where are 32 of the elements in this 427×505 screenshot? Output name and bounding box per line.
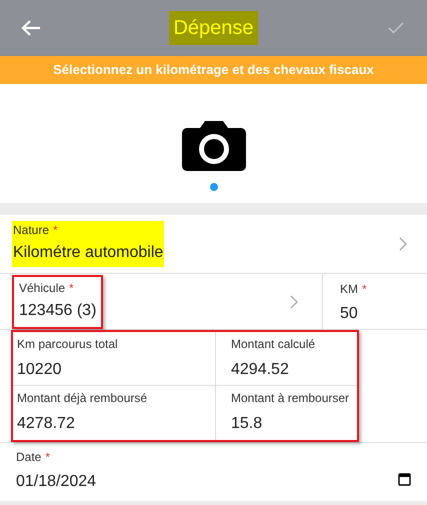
field-label: Montant déjà remboursé: [17, 391, 148, 405]
required-mark: *: [45, 450, 50, 464]
field-value: 01/18/2024: [16, 472, 96, 492]
required-mark: *: [362, 282, 367, 296]
camera-icon[interactable]: [180, 120, 246, 172]
field-label: KM: [340, 282, 358, 296]
field-label: Montant à rembourser: [231, 391, 350, 405]
field-value: 123456 (3): [19, 300, 96, 320]
date-field[interactable]: Date * 01/18/2024: [16, 450, 96, 494]
calendar-icon[interactable]: [398, 472, 411, 486]
field-value: 4294.52: [231, 360, 290, 380]
check-icon: [388, 22, 404, 34]
required-mark: *: [69, 280, 74, 294]
field-value: 10220: [17, 360, 62, 380]
field-label: Montant calculé: [231, 337, 316, 351]
field-value: Kilométre automobile: [13, 243, 164, 263]
km-field[interactable]: KM * 50: [323, 274, 427, 329]
required-mark: *: [53, 223, 58, 237]
nature-field[interactable]: Nature * Kilométre automobile: [12, 221, 164, 267]
page-title: Dépense: [169, 11, 258, 45]
field-label: Date: [16, 450, 42, 464]
back-arrow-icon: [21, 19, 41, 37]
field-value: 50: [340, 304, 359, 324]
field-label: Nature: [13, 223, 50, 237]
vehicle-field[interactable]: Véhicule * 123456 (3): [12, 274, 104, 328]
chevron-icon: [290, 294, 298, 308]
field-label: Véhicule: [19, 280, 66, 294]
chevron-icon: [399, 237, 407, 251]
field-label: Km parcourus total: [17, 337, 119, 351]
banner-text: Sélectionnez un kilométrage et des chevaux fiscaux: [53, 61, 374, 80]
field-value: 15.8: [231, 414, 264, 434]
field-value: 4278.72: [17, 414, 76, 434]
